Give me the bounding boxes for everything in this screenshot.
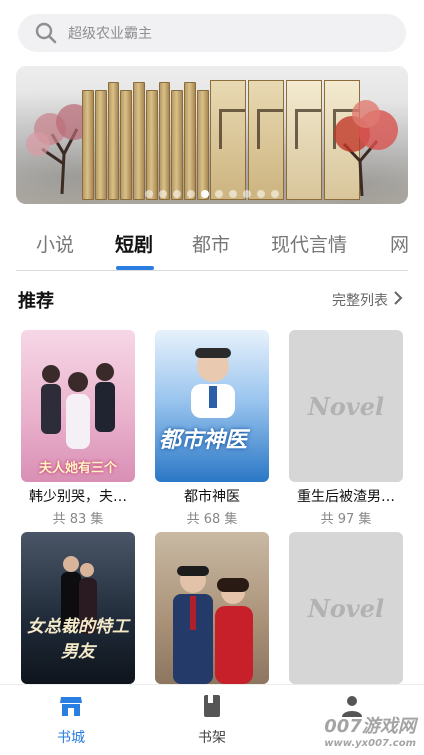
cast-photo [41,363,115,449]
book-set-illustration [82,72,362,200]
nav-bookstore[interactable]: 书城 [31,693,111,747]
nav-bookshelf[interactable]: 书架 [172,693,252,747]
red-maple-illustration [334,100,398,196]
cast-photo [191,348,235,418]
store-icon [60,697,82,716]
search-icon [35,22,57,44]
placeholder-cover: Novel [289,532,403,684]
cover-caption: Novel [307,391,385,421]
pager-dot[interactable] [271,190,279,198]
drama-card[interactable]: Novel [289,532,403,684]
pager-dot[interactable] [145,190,153,198]
drama-title: 韩少别哭，夫… [29,489,127,505]
search-placeholder: 超级农业霸主 [68,26,152,42]
cast-photo [173,566,253,684]
full-list-link[interactable]: 完整列表 [332,290,388,310]
bottom-nav: 书城 书架 007游戏网 www.yx007.com [0,684,424,755]
cover-caption: 夫人她有三个 [38,461,117,476]
drama-title: 重生后被渣男… [297,489,395,505]
pager-dot[interactable] [159,190,167,198]
tab-more[interactable]: 网 [390,230,409,257]
pager-dot[interactable] [243,190,251,198]
pager-dot[interactable] [229,190,237,198]
cover-caption: 女总裁的特工男友 [27,617,129,662]
drama-card[interactable]: 夫人她有三个 韩少别哭，夫… 共 83 集 [21,330,135,527]
drama-title: 都市神医 [184,489,240,505]
pager-dot[interactable] [215,190,223,198]
pager-dot[interactable] [173,190,181,198]
tab-urban[interactable]: 都市 [192,230,230,257]
drama-cover: 女总裁的特工男友 [21,532,135,684]
section-title: 推荐 [18,291,54,312]
drama-card[interactable]: Novel 重生后被渣男… 共 97 集 [289,330,403,527]
pager-dot[interactable] [257,190,265,198]
drama-cover: 夫人她有三个 [21,330,135,482]
tabs-divider [16,270,408,271]
episode-count: 共 68 集 [186,512,238,527]
watermark-url: www.yx007.com [324,738,416,749]
pager-dot[interactable] [201,190,209,198]
pager-dot[interactable] [187,190,195,198]
episode-count: 共 97 集 [320,512,372,527]
search-input[interactable]: 超级农业霸主 [18,14,406,52]
site-watermark: 007游戏网 www.yx007.com [324,712,416,749]
placeholder-cover: Novel [289,330,403,482]
tab-modern-romance[interactable]: 现代言情 [271,230,347,257]
drama-cover: 都市神医 [155,330,269,482]
episode-count: 共 83 集 [52,512,104,527]
banner-pager [16,190,408,198]
drama-card[interactable]: 都市神医 都市神医 共 68 集 [155,330,269,527]
bookshelf-icon [204,695,220,717]
drama-card[interactable]: 女总裁的特工男友 [21,532,135,684]
cover-caption: 都市神医 [159,428,248,453]
cover-caption: Novel [307,593,385,623]
nav-label: 书城 [57,730,85,746]
drama-card[interactable] [155,532,269,684]
drama-cover [155,532,269,684]
chevron-right-icon[interactable] [392,290,404,306]
tab-novel[interactable]: 小说 [36,230,74,257]
category-tabs: 小说 短剧 都市 现代言情 网 [0,226,424,272]
nav-label: 书架 [198,730,226,746]
watermark-main: 007游戏网 [324,716,416,737]
banner-carousel[interactable] [16,66,408,204]
tab-short-drama[interactable]: 短剧 [115,230,153,257]
